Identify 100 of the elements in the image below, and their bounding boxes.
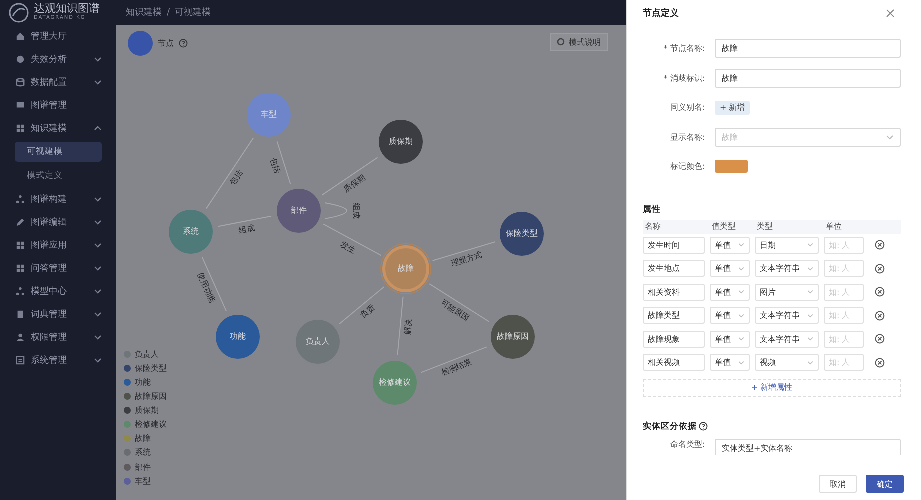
submenu-item[interactable]: 模式定义 [15, 166, 102, 186]
edge-line [324, 202, 348, 220]
edge-label: 包括 [268, 156, 283, 175]
value-type-select[interactable]: 单值 [710, 307, 750, 324]
node-label: 检修建议 [379, 378, 411, 388]
field-label: 同义别名: [670, 102, 705, 114]
value-type-select[interactable]: 单值 [710, 330, 750, 348]
type-select[interactable]: 文本字符串 [755, 307, 819, 324]
node-label: 车型 [261, 110, 277, 120]
section-title: 属性 [643, 204, 662, 216]
logo-name: 达观知识图谱 [34, 3, 100, 15]
help-icon[interactable] [699, 422, 708, 431]
edge-line [322, 157, 378, 196]
graph-node[interactable] [169, 210, 213, 254]
field-label: 显示名称: [670, 132, 705, 143]
confirm-button[interactable]: 确定 [866, 475, 904, 493]
graph-node[interactable] [373, 361, 417, 405]
graph-node[interactable] [500, 212, 544, 256]
node-label: 负责人 [306, 337, 330, 347]
caret-icon [807, 290, 814, 294]
attribute-name-input[interactable]: 发生地点 [643, 260, 705, 278]
menu-item-icon [16, 218, 25, 227]
sidebar-item[interactable]: 词典管理 [0, 303, 110, 326]
graph-node[interactable] [379, 120, 423, 164]
select-field[interactable]: 实体类型+实体名称 [715, 438, 901, 454]
type-select[interactable]: 文本字符串 [755, 260, 819, 278]
input-field[interactable]: 故障 [715, 39, 901, 58]
value-type-select[interactable]: 单值 [710, 260, 750, 278]
attribute-name-input[interactable]: 故障现象 [643, 330, 705, 348]
caret-icon [886, 134, 894, 140]
sidebar-item[interactable]: 问答管理 [0, 257, 110, 280]
breadcrumb-item: 可视建模 [175, 6, 212, 19]
cancel-button[interactable]: 取消 [819, 475, 857, 493]
sidebar-item[interactable]: 失效分析 [0, 48, 110, 71]
remove-icon[interactable] [875, 264, 885, 274]
attribute-name-input[interactable]: 发生时间 [643, 236, 705, 254]
graph-node[interactable] [380, 244, 432, 294]
sidebar-item[interactable]: 数据配置 [0, 71, 110, 94]
node-label: 故障原因 [497, 332, 529, 342]
edge-label: 发生 [338, 240, 358, 256]
legend-label: 检修建议 [135, 419, 167, 430]
type-select[interactable]: 图片 [755, 284, 819, 301]
edge-line [339, 286, 385, 325]
node-label: 功能 [230, 332, 246, 342]
value-type-select[interactable]: 单值 [710, 354, 750, 372]
close-icon[interactable] [886, 8, 895, 18]
caret-icon [807, 337, 814, 342]
value-type-select[interactable]: 单值 [710, 236, 750, 254]
remove-icon[interactable] [875, 287, 885, 298]
legend-label: 质保期 [135, 405, 159, 416]
submenu-item[interactable]: 可视建模 [15, 142, 102, 162]
input-field[interactable]: 故障 [715, 68, 901, 88]
sidebar-item[interactable]: 图谱应用 [0, 234, 110, 257]
type-select[interactable]: 视频 [755, 354, 819, 372]
caret-icon [738, 314, 745, 318]
node-label: 部件 [291, 206, 307, 216]
edge-label: 组成 [351, 203, 361, 219]
sidebar-item[interactable]: 图谱构建 [0, 188, 110, 211]
caret-icon [738, 266, 745, 271]
legend-label: 保险类型 [135, 362, 167, 374]
breadcrumb-separator: / [167, 8, 170, 18]
menu-item-icon [16, 195, 25, 204]
sidebar-item[interactable]: 图谱编辑 [0, 211, 110, 234]
sidebar-item[interactable]: 系统管理 [0, 349, 110, 372]
edge-label: 可能原因 [438, 298, 471, 324]
breadcrumb-item[interactable]: 知识建模 [126, 6, 162, 19]
remove-icon[interactable] [875, 358, 885, 368]
edge-line [206, 138, 254, 210]
type-select[interactable]: 文本字符串 [755, 330, 819, 348]
menu-item-icon [16, 264, 25, 273]
sidebar-item[interactable]: 图谱管理 [0, 94, 110, 117]
section-title: 实体区分依据 [643, 420, 697, 432]
remove-icon[interactable] [875, 334, 885, 344]
edge-label: 质保期 [342, 173, 368, 195]
edge-label: 解决 [404, 318, 416, 336]
attribute-name-input[interactable]: 相关资料 [643, 284, 705, 301]
sidebar-item[interactable]: 权限管理 [0, 326, 110, 349]
caret-icon [807, 360, 814, 365]
graph-node[interactable] [216, 315, 260, 359]
graph-node[interactable] [247, 93, 291, 137]
graph-node[interactable] [491, 315, 535, 359]
remove-icon[interactable] [875, 310, 885, 321]
attribute-name-input[interactable]: 故障类型 [643, 307, 705, 324]
field-label: * 节点名称: [664, 43, 705, 54]
add-alias-button[interactable]: + 新增 [715, 100, 750, 115]
menu-item-icon [16, 310, 25, 319]
sidebar-item[interactable]: 知识建模 [0, 117, 110, 140]
type-select[interactable]: 日期 [755, 236, 819, 254]
sidebar-item[interactable]: 管理大厅 [0, 25, 110, 48]
sidebar-item[interactable]: 模型中心 [0, 280, 110, 303]
add-attribute-button[interactable]: + 新增属性 [643, 378, 901, 396]
mode-help-button[interactable]: 模式说明 [550, 33, 608, 51]
color-swatch[interactable] [715, 160, 748, 174]
attribute-name-input[interactable]: 相关视频 [643, 354, 705, 372]
graph-node[interactable] [296, 320, 340, 364]
graph-node[interactable] [277, 189, 321, 233]
remove-icon[interactable] [875, 240, 885, 250]
node-label: 质保期 [389, 137, 413, 147]
node-label: 故障 [398, 264, 414, 274]
value-type-select[interactable]: 单值 [710, 284, 750, 301]
